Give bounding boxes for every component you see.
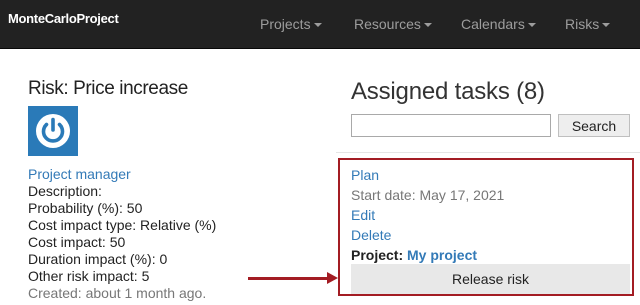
task-project-label: Project:: [351, 247, 404, 263]
divider: [336, 152, 640, 153]
task-search-input[interactable]: [351, 114, 551, 137]
nav-risks-label: Risks: [565, 16, 600, 32]
task-plan-link[interactable]: Plan: [351, 165, 504, 185]
nav-calendars-dropdown[interactable]: Calendars: [461, 16, 536, 32]
risk-created: Created: about 1 month ago.: [28, 285, 207, 301]
project-manager-link[interactable]: Project manager: [28, 166, 216, 183]
risk-duration-impact: Duration impact (%): 0: [28, 251, 168, 267]
task-start-date: Start date: May 17, 2021: [351, 187, 505, 203]
task-delete-link[interactable]: Delete: [351, 225, 504, 245]
nav-calendars-label: Calendars: [461, 16, 525, 32]
nav-projects-dropdown[interactable]: Projects: [260, 16, 322, 32]
assigned-tasks-title: Assigned tasks (8): [351, 78, 545, 105]
risk-description: Description:: [28, 183, 102, 199]
annotation-arrow: [248, 277, 328, 280]
task-list-item: Plan Start date: May 17, 2021 Edit Delet…: [351, 165, 504, 265]
nav-risks-dropdown[interactable]: Risks: [565, 16, 611, 32]
task-edit-link[interactable]: Edit: [351, 205, 504, 225]
caret-down-icon: [313, 23, 322, 28]
task-project-link[interactable]: My project: [407, 247, 477, 263]
risk-probability: Probability (%): 50: [28, 200, 143, 216]
task-project: Project: My project: [351, 245, 504, 265]
release-risk-button[interactable]: Release risk: [351, 264, 630, 294]
arrow-right-icon: [327, 272, 338, 284]
nav-resources-label: Resources: [354, 16, 421, 32]
risk-other-impact: Other risk impact: 5: [28, 268, 150, 284]
risk-details: Project manager Description: Probability…: [28, 166, 216, 302]
power-icon: [28, 106, 78, 156]
risk-cost-impact: Cost impact: 50: [28, 234, 126, 250]
caret-down-icon: [602, 23, 611, 28]
nav-resources-dropdown[interactable]: Resources: [354, 16, 432, 32]
top-navbar: MonteCarloProject Projects Resources Cal…: [0, 0, 640, 49]
search-button[interactable]: Search: [558, 114, 630, 137]
risk-cost-impact-type: Cost impact type: Relative (%): [28, 217, 217, 233]
nav-projects-label: Projects: [260, 16, 311, 32]
risk-title: Risk: Price increase: [28, 78, 188, 99]
caret-down-icon: [527, 23, 536, 28]
caret-down-icon: [423, 23, 432, 28]
brand-logo[interactable]: MonteCarloProject: [8, 11, 119, 26]
